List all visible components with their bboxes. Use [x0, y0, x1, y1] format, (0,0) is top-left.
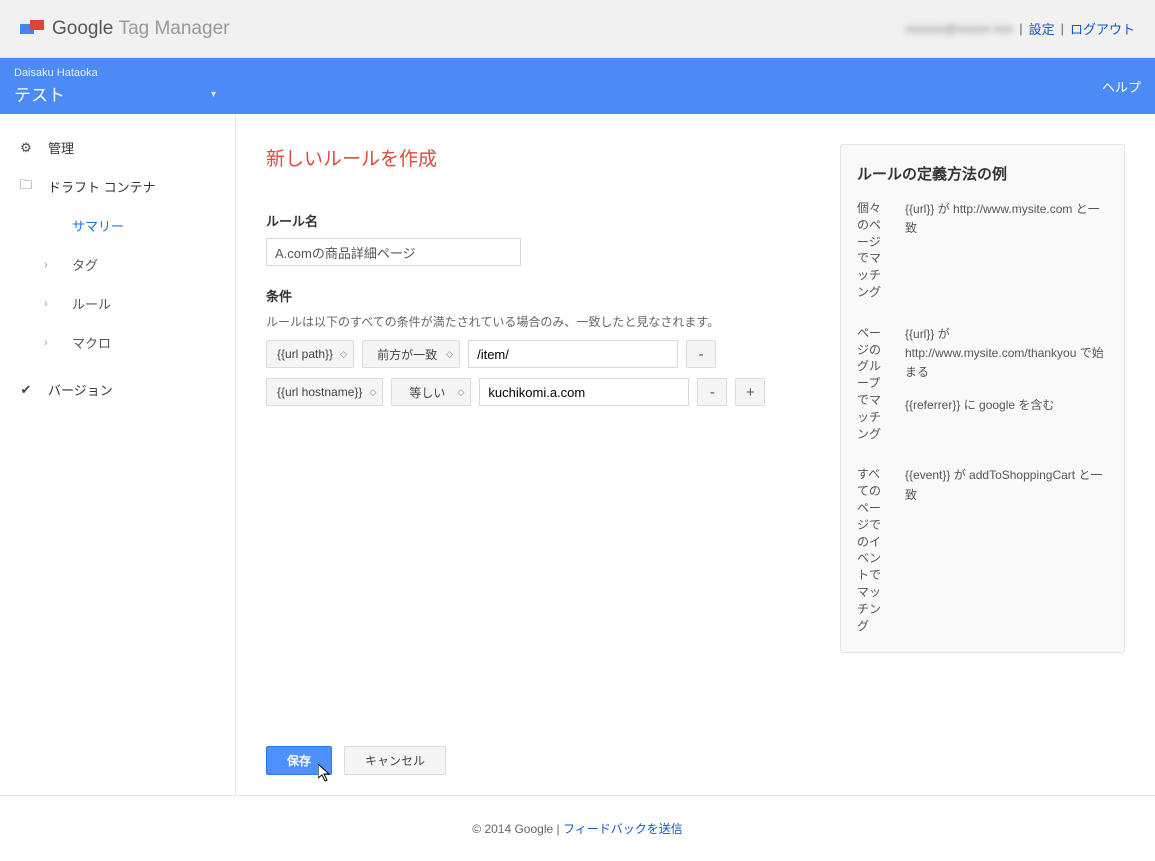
sidebar-item-summary[interactable]: サマリー: [0, 206, 235, 245]
sidebar: ⚙ 管理 🗀 ドラフト コンテナ サマリー › タグ › ルール › マクロ ✔…: [0, 114, 236, 795]
sidebar-label: バージョン: [48, 380, 113, 399]
conditions-hint: ルールは以下のすべての条件が満たされている場合のみ、一致したと見なされます。: [266, 313, 820, 330]
sidebar-label: 管理: [48, 138, 74, 157]
help-link[interactable]: ヘルプ: [1102, 77, 1141, 96]
sidebar-item-tags[interactable]: › タグ: [0, 245, 235, 284]
sidebar-item-rules[interactable]: › ルール: [0, 284, 235, 323]
sidebar-item-macros[interactable]: › マクロ: [0, 323, 235, 362]
example-row: 個々のページでマッチング {{url}} が http://www.mysite…: [857, 200, 1108, 301]
account-bar: Daisaku Hataoka テスト ▾ ヘルプ: [0, 58, 1155, 114]
value-input[interactable]: [468, 340, 678, 368]
caret-icon: ◇: [457, 387, 464, 398]
account-name: Daisaku Hataoka: [14, 67, 224, 79]
condition-row: {{url hostname}} ◇ 等しい ◇ - +: [266, 378, 820, 406]
variable-dropdown[interactable]: {{url hostname}} ◇: [266, 378, 383, 406]
gtm-logo-icon: [20, 20, 44, 38]
help-panel-title: ルールの定義方法の例: [857, 163, 1108, 184]
sidebar-label: ドラフト コンテナ: [48, 177, 156, 196]
sidebar-item-draft-container[interactable]: 🗀 ドラフト コンテナ: [0, 167, 235, 206]
remove-condition-button[interactable]: -: [686, 340, 716, 368]
sidebar-label: マクロ: [72, 333, 111, 352]
folder-icon: 🗀: [18, 179, 34, 195]
rule-name-label: ルール名: [266, 211, 820, 230]
rule-form: 新しいルールを作成 ルール名 条件 ルールは以下のすべての条件が満たされている場…: [266, 144, 820, 775]
form-actions: 保存 キャンセル: [266, 746, 820, 775]
container-name: テスト: [14, 81, 224, 106]
sidebar-label: タグ: [72, 255, 98, 274]
help-panel: ルールの定義方法の例 個々のページでマッチング {{url}} が http:/…: [840, 144, 1125, 653]
feedback-link[interactable]: フィードバックを送信: [563, 822, 683, 836]
conditions-label: 条件: [266, 286, 820, 305]
operator-dropdown[interactable]: 前方が一致 ◇: [362, 340, 460, 368]
value-input[interactable]: [479, 378, 689, 406]
sidebar-label: ルール: [72, 294, 111, 313]
remove-condition-button[interactable]: -: [697, 378, 727, 406]
main-content: 新しいルールを作成 ルール名 条件 ルールは以下のすべての条件が満たされている場…: [236, 114, 1155, 795]
cancel-button[interactable]: キャンセル: [344, 746, 446, 775]
save-button[interactable]: 保存: [266, 746, 332, 775]
settings-link[interactable]: 設定: [1029, 19, 1055, 38]
top-bar: Google Tag Manager xxxxxx@xxxxx.xxx | 設定…: [0, 0, 1155, 58]
caret-icon: ◇: [446, 349, 453, 360]
example-row: ページのグループでマッチング {{url}} が http://www.mysi…: [857, 325, 1108, 443]
page-title: 新しいルールを作成: [266, 144, 820, 171]
logo[interactable]: Google Tag Manager: [20, 18, 229, 40]
container-selector[interactable]: Daisaku Hataoka テスト ▾: [14, 67, 224, 106]
chevron-right-icon: ›: [44, 259, 52, 271]
top-right-links: xxxxxx@xxxxx.xxx | 設定 | ログアウト: [905, 19, 1135, 38]
user-email: xxxxxx@xxxxx.xxx: [905, 21, 1013, 36]
example-row: すべてのページでのイベントでマッチング {{event}} が addToSho…: [857, 466, 1108, 634]
caret-icon: ◇: [369, 387, 376, 398]
checkmark-shield-icon: ✔: [18, 382, 34, 398]
sidebar-label: サマリー: [72, 216, 124, 235]
chevron-right-icon: ›: [44, 298, 52, 310]
condition-row: {{url path}} ◇ 前方が一致 ◇ -: [266, 340, 820, 368]
add-condition-button[interactable]: +: [735, 378, 765, 406]
copyright: © 2014 Google: [472, 822, 553, 836]
chevron-right-icon: ›: [44, 337, 52, 349]
rule-name-input[interactable]: [266, 238, 521, 266]
variable-dropdown[interactable]: {{url path}} ◇: [266, 340, 354, 368]
footer: © 2014 Google | フィードバックを送信: [0, 795, 1155, 861]
gear-icon: ⚙: [18, 140, 34, 156]
sidebar-item-versions[interactable]: ✔ バージョン: [0, 370, 235, 409]
caret-icon: ◇: [340, 349, 347, 360]
logout-link[interactable]: ログアウト: [1070, 19, 1135, 38]
sidebar-item-admin[interactable]: ⚙ 管理: [0, 128, 235, 167]
operator-dropdown[interactable]: 等しい ◇: [391, 378, 471, 406]
logo-text: Google Tag Manager: [52, 18, 229, 40]
chevron-down-icon: ▾: [211, 89, 216, 100]
